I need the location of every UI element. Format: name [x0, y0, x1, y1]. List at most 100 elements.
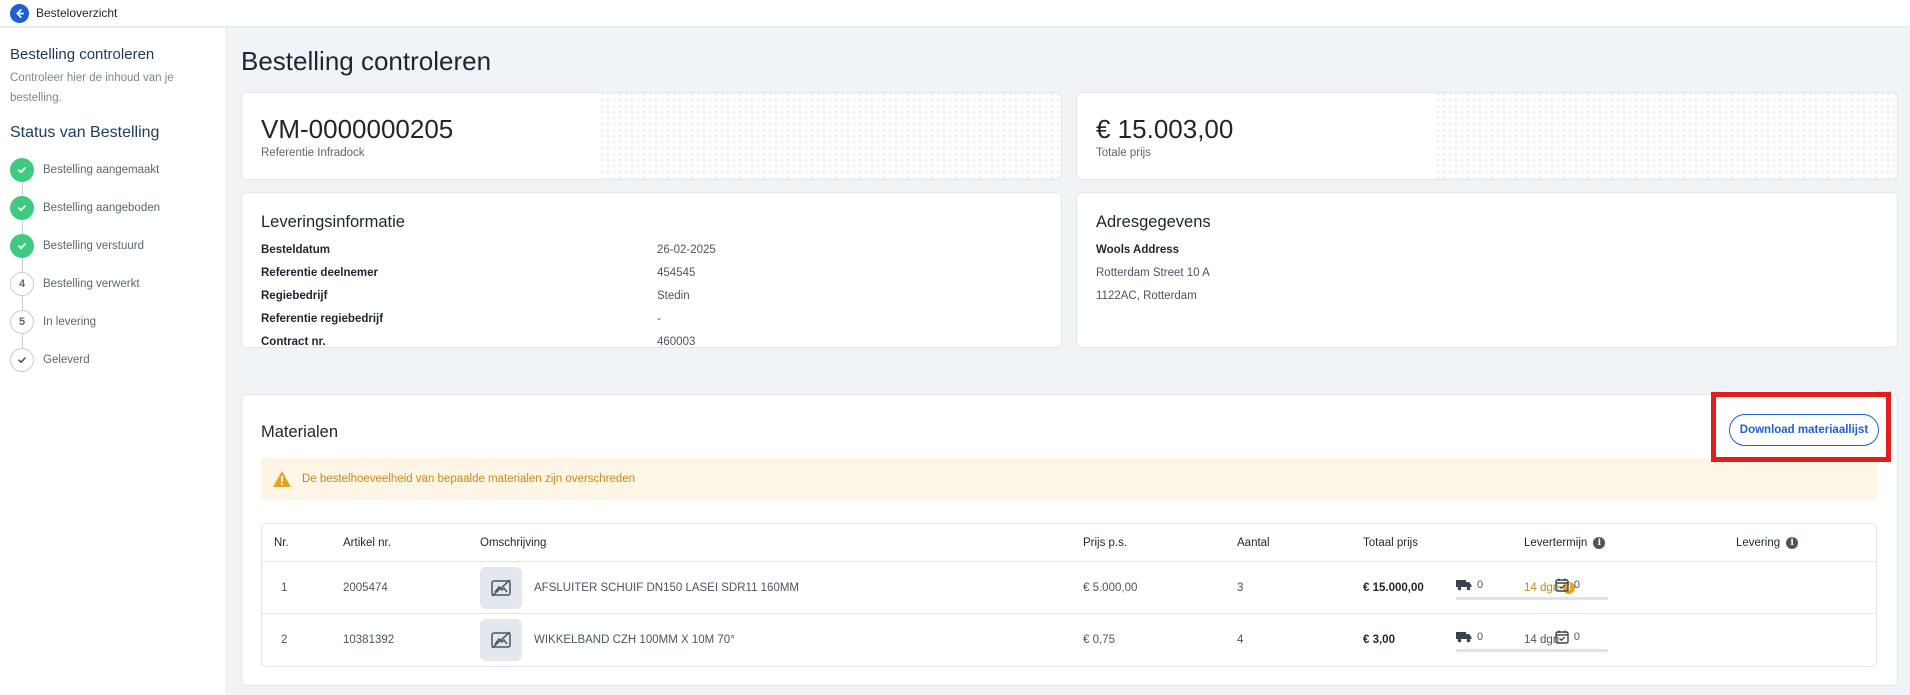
status-step-label: Bestelling verwerkt	[43, 278, 140, 290]
back-arrow-icon[interactable]	[10, 3, 29, 23]
order-reference-label: Referentie Infradock	[261, 147, 365, 159]
col-lead-time-wrap: Levertermijn i	[1524, 536, 1606, 549]
col-unit-price: Prijs p.s.	[1083, 536, 1128, 549]
step-number: 4	[10, 272, 34, 296]
no-image-icon	[480, 619, 522, 661]
reference-card: VM-0000000205 Referentie Infradock	[241, 92, 1062, 180]
status-step-sent: Bestelling verstuurd	[10, 227, 215, 272]
warning-icon	[273, 471, 291, 487]
address-street: Rotterdam Street 10 A	[1096, 266, 1210, 279]
truck-icon	[1456, 632, 1472, 643]
info-icon[interactable]: i	[1593, 536, 1606, 549]
col-nr: Nr.	[274, 536, 289, 549]
status-step-label: In levering	[43, 316, 97, 328]
materials-card: Materialen Download materiaallijst De be…	[241, 394, 1898, 686]
row-total-price: € 15.000,00	[1363, 581, 1424, 594]
check-icon	[10, 348, 34, 372]
calendar-check-icon	[1555, 578, 1569, 592]
address-city: 1122AC, Rotterdam	[1096, 289, 1197, 302]
info-value: -	[657, 312, 661, 325]
col-article: Artikel nr.	[343, 536, 391, 549]
table-row[interactable]: 2 10381392 WIKKELBAND CZH 100MM X 10M 70…	[262, 614, 1876, 666]
info-value: 460003	[657, 335, 696, 348]
delivery-progress: 0 0	[1456, 630, 1608, 652]
info-row: Regiebedrijf Stedin	[261, 284, 1042, 307]
status-step-label: Bestelling verstuurd	[43, 240, 144, 252]
info-key: Referentie regiebedrijf	[261, 312, 384, 325]
status-step-created: Bestelling aangemaakt	[10, 151, 215, 196]
step-number: 5	[10, 310, 34, 334]
row-article: 2005474	[343, 581, 388, 594]
info-value: 454545	[657, 266, 696, 279]
delivery-info-title: Leveringsinformatie	[261, 213, 405, 231]
col-quantity: Aantal	[1237, 536, 1270, 549]
calendar-check-icon	[1555, 630, 1569, 644]
status-step-processed: 4 Bestelling verwerkt	[10, 265, 215, 310]
row-article: 10381392	[343, 634, 395, 646]
total-price-label: Totale prijs	[1096, 147, 1151, 159]
row-quantity: 4	[1237, 634, 1244, 646]
row-description: WIKKELBAND CZH 100MM X 10M 70°	[534, 634, 735, 646]
sidebar-description: Controleer hier de inhoud van je bestell…	[10, 72, 174, 104]
info-value: Stedin	[657, 289, 690, 302]
delivery-progress: 0 0	[1456, 578, 1608, 600]
top-bar: Besteloverzicht	[0, 0, 1910, 27]
sidebar: Bestelling controleren Controleer hier d…	[0, 28, 225, 695]
card-pattern	[601, 93, 1061, 179]
total-price: € 15.003,00	[1096, 114, 1234, 144]
info-key: Besteldatum	[261, 243, 331, 256]
warning-text: De bestelhoeveelheid van bepaalde materi…	[302, 473, 636, 485]
info-row: Contract nr. 460003	[261, 330, 1042, 353]
truck-count: 0	[1477, 579, 1484, 591]
sidebar-title: Bestelling controleren	[10, 46, 155, 63]
check-icon	[10, 234, 34, 258]
calendar-count: 0	[1573, 579, 1580, 591]
row-total-price: € 3,00	[1363, 634, 1395, 646]
info-key: Regiebedrijf	[261, 289, 328, 302]
row-description: AFSLUITER SCHUIF DN150 LASEI SDR11 160MM	[534, 581, 800, 594]
status-steps: Bestelling aangemaakt Bestelling aangebo…	[10, 151, 215, 379]
col-delivery-wrap: Levering i	[1736, 536, 1799, 549]
info-icon[interactable]: i	[1786, 536, 1799, 549]
table-row[interactable]: 1 2005474 AFSLUITER SCHUIF DN150 LASEI S…	[262, 562, 1876, 614]
card-pattern	[1437, 93, 1897, 179]
col-description: Omschrijving	[480, 536, 547, 549]
truck-icon	[1456, 580, 1472, 591]
col-delivery: Levering	[1736, 536, 1781, 549]
main-content: Bestelling controleren VM-0000000205 Ref…	[241, 28, 1898, 686]
order-reference: VM-0000000205	[261, 114, 454, 144]
info-key: Referentie deelnemer	[261, 266, 378, 279]
status-step-offered: Bestelling aangeboden	[10, 189, 215, 234]
warning-banner: De bestelhoeveelheid van bepaalde materi…	[261, 458, 1877, 500]
info-row: Referentie deelnemer 454545	[261, 261, 1042, 284]
row-unit-price: € 0,75	[1083, 634, 1115, 646]
info-key: Contract nr.	[261, 335, 326, 348]
table-header: Nr. Artikel nr. Omschrijving Prijs p.s. …	[262, 524, 1876, 562]
no-image-icon	[480, 566, 522, 609]
materials-table: Nr. Artikel nr. Omschrijving Prijs p.s. …	[261, 523, 1877, 667]
delivery-info-card: Leveringsinformatie Besteldatum 26-02-202…	[241, 192, 1062, 348]
status-step-in-delivery: 5 In levering	[10, 303, 215, 348]
status-title: Status van Bestelling	[10, 124, 160, 141]
info-row: Besteldatum 26-02-2025	[261, 238, 1042, 261]
check-icon	[10, 158, 34, 182]
download-material-list-button[interactable]: Download materiaallijst	[1729, 414, 1879, 446]
status-step-label: Geleverd	[43, 354, 90, 366]
status-step-label: Bestelling aangeboden	[43, 202, 161, 214]
delivery-bar	[1456, 649, 1608, 652]
back-link[interactable]: Besteloverzicht	[36, 6, 117, 20]
materials-title: Materialen	[261, 423, 339, 441]
truck-count: 0	[1477, 631, 1484, 643]
total-price-card: € 15.003,00 Totale prijs	[1076, 92, 1898, 180]
address-title: Adresgegevens	[1096, 213, 1211, 231]
address-card: Adresgegevens Wools Address Rotterdam St…	[1076, 192, 1898, 348]
calendar-count: 0	[1573, 631, 1580, 643]
address-name: Wools Address	[1096, 243, 1180, 256]
row-quantity: 3	[1237, 581, 1244, 594]
info-value: 26-02-2025	[657, 243, 716, 256]
status-step-delivered: Geleverd	[10, 341, 215, 379]
check-icon	[10, 196, 34, 220]
info-row: Referentie regiebedrijf -	[261, 307, 1042, 330]
col-lead-time: Levertermijn	[1524, 536, 1588, 549]
row-unit-price: € 5.000,00	[1083, 581, 1138, 594]
